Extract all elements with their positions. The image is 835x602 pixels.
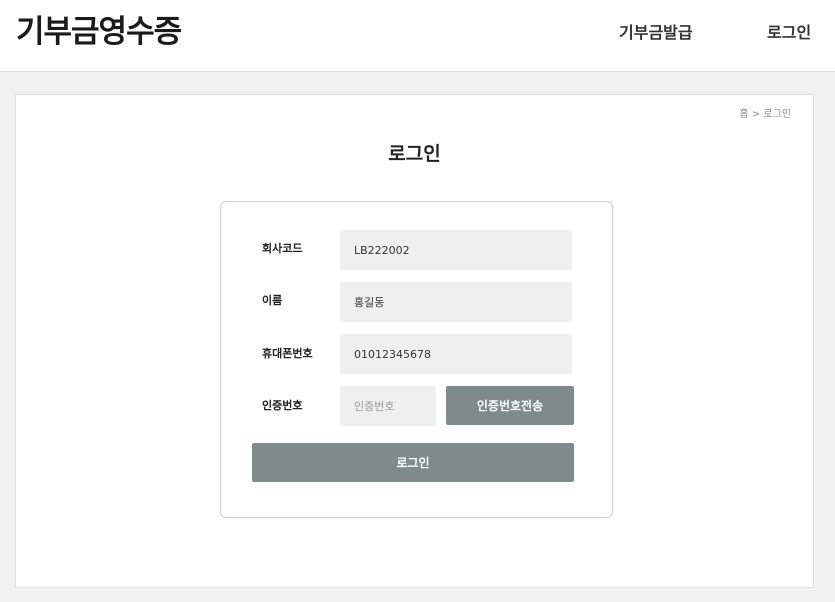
name-input[interactable] (340, 282, 572, 322)
company-code-input[interactable] (340, 230, 572, 270)
auth-code-input[interactable] (340, 386, 436, 426)
top-header: 기부금영수증 기부금발급 로그인 (0, 0, 835, 72)
phone-label: 휴대폰번호 (262, 347, 313, 360)
breadcrumb-current: 로그인 (763, 109, 791, 120)
nav-donation-issue[interactable]: 기부금발급 (619, 22, 693, 44)
company-code-label: 회사코드 (262, 242, 303, 255)
send-auth-code-button[interactable]: 인증번호전송 (446, 386, 574, 425)
breadcrumb-home[interactable]: 홈 (739, 109, 748, 120)
nav-login[interactable]: 로그인 (767, 22, 811, 44)
name-label: 이름 (262, 294, 283, 307)
page-title: 로그인 (388, 143, 441, 165)
auth-code-label: 인증번호 (262, 399, 303, 412)
site-logo[interactable]: 기부금영수증 (16, 12, 182, 52)
main-content: 홈 > 로그인 로그인 회사코드 이름 휴대폰번호 인증번호 인증번호전송 로그… (15, 94, 814, 588)
breadcrumb: 홈 > 로그인 (739, 105, 791, 120)
login-form: 회사코드 이름 휴대폰번호 인증번호 인증번호전송 로그인 (220, 201, 613, 518)
login-button[interactable]: 로그인 (252, 443, 574, 482)
breadcrumb-separator: > (751, 109, 761, 120)
phone-input[interactable] (340, 334, 572, 374)
